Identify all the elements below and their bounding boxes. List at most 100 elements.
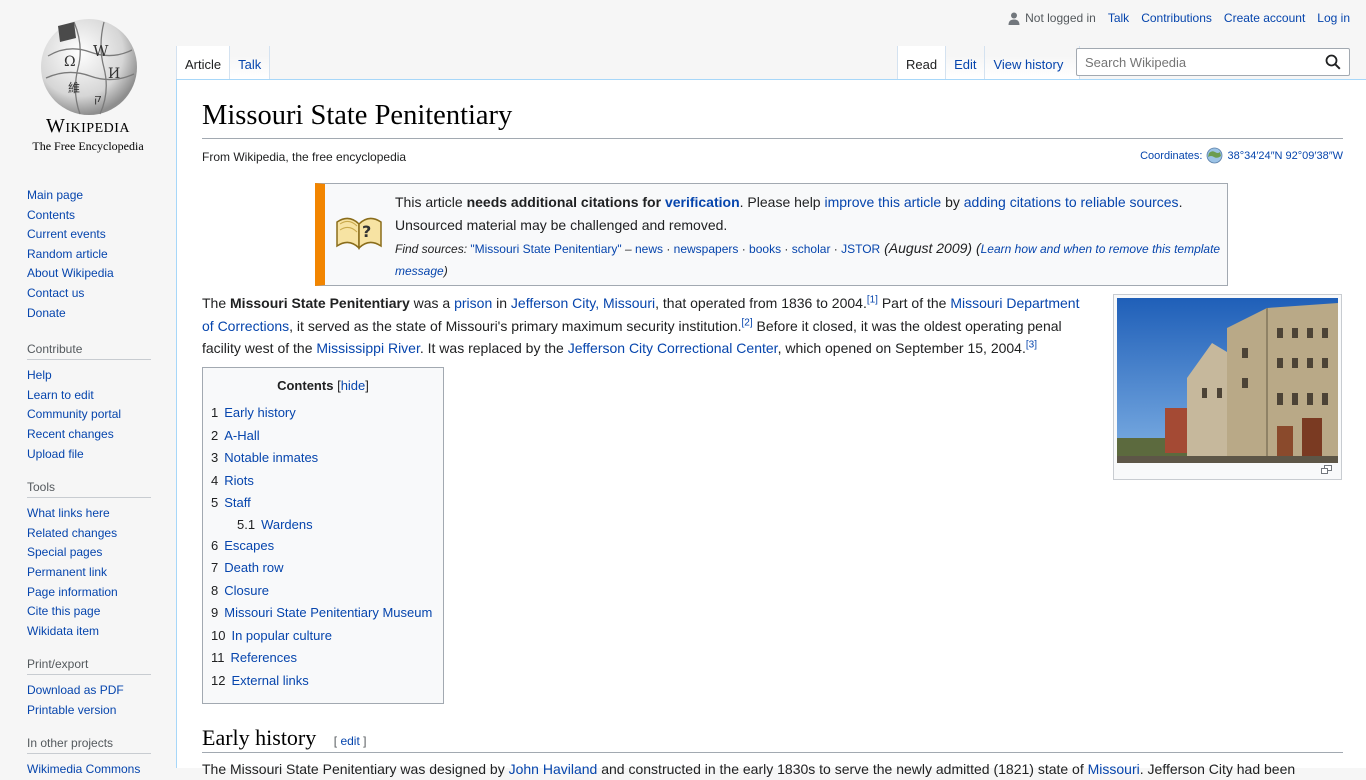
- tab-talk[interactable]: Talk: [230, 46, 271, 79]
- toc-hide-toggle[interactable]: [hide]: [337, 378, 369, 393]
- svg-text:Ω: Ω: [64, 54, 76, 70]
- svg-text:?: ?: [362, 222, 371, 241]
- sidebar-item-community-portal[interactable]: Community portal: [27, 407, 121, 421]
- sidebar-item-recent-changes[interactable]: Recent changes: [27, 427, 114, 441]
- log-in-link[interactable]: Log in: [1317, 11, 1350, 25]
- ref-3[interactable]: [3]: [1026, 339, 1037, 350]
- jccc-link[interactable]: Jefferson City Correctional Center: [568, 340, 778, 356]
- tab-edit[interactable]: Edit: [946, 46, 986, 79]
- search-box: [1076, 48, 1350, 76]
- coordinates: Coordinates: 38°34′24″N 92°09′38″W: [1140, 147, 1343, 164]
- personal-tools: Not logged in Talk Contributions Create …: [1008, 11, 1350, 25]
- sidebar-item-help[interactable]: Help: [27, 368, 52, 382]
- site-subtitle: From Wikipedia, the free encyclopedia: [202, 150, 407, 164]
- verification-link[interactable]: verification: [665, 194, 740, 210]
- sidebar-item-page-information[interactable]: Page information: [27, 585, 118, 599]
- toc-item[interactable]: 5.1 Wardens: [211, 515, 443, 535]
- source-jstor-link[interactable]: JSTOR: [841, 242, 880, 256]
- sidebar-item-main-page[interactable]: Main page: [27, 188, 83, 202]
- source-query-link[interactable]: "Missouri State Penitentiary": [470, 242, 621, 256]
- toc-item[interactable]: 7 Death row: [211, 557, 443, 580]
- section-divider: [202, 752, 1343, 753]
- sidebar-item-permanent-link[interactable]: Permanent link: [27, 565, 107, 579]
- source-newspapers-link[interactable]: newspapers: [674, 242, 739, 256]
- sidebar-item-special-pages[interactable]: Special pages: [27, 545, 102, 559]
- intro-paragraph: The Missouri State Penitentiary was a pr…: [202, 294, 1080, 356]
- adding-citations-link[interactable]: adding citations to reliable sources: [964, 194, 1179, 210]
- jefferson-city-link[interactable]: Jefferson City, Missouri: [511, 295, 655, 311]
- section-edit-link[interactable]: [ edit ]: [334, 734, 367, 748]
- toc-item[interactable]: 12 External links: [211, 670, 443, 693]
- source-books-link[interactable]: books: [749, 242, 781, 256]
- create-account-link[interactable]: Create account: [1224, 11, 1305, 25]
- not-logged-in-text: Not logged in: [1025, 11, 1096, 25]
- user-icon: [1008, 12, 1020, 25]
- citation-notice-text: This article needs additional citations …: [395, 191, 1225, 282]
- toc-item[interactable]: 11 References: [211, 647, 443, 670]
- missouri-link[interactable]: Missouri: [1088, 761, 1140, 777]
- sidebar-navigation: Main page Contents Current events Random…: [27, 186, 151, 323]
- article-content: Missouri State Penitentiary From Wikiped…: [176, 79, 1366, 777]
- sidebar-contribute: Contribute Help Learn to edit Community …: [27, 342, 151, 464]
- sidebar-item-upload-file[interactable]: Upload file: [27, 447, 84, 461]
- toc-item[interactable]: 6 Escapes: [211, 535, 443, 558]
- penitentiary-photo[interactable]: [1117, 298, 1338, 463]
- toc-item[interactable]: 4 Riots: [211, 470, 443, 493]
- toc-item[interactable]: 10 In popular culture: [211, 625, 443, 648]
- page-title: Missouri State Penitentiary: [202, 100, 513, 131]
- contributions-link[interactable]: Contributions: [1141, 11, 1212, 25]
- prison-link[interactable]: prison: [454, 295, 492, 311]
- mississippi-river-link[interactable]: Mississippi River: [316, 340, 419, 356]
- sidebar-item-what-links-here[interactable]: What links here: [27, 506, 110, 520]
- tab-read[interactable]: Read: [897, 46, 947, 79]
- namespace-tabs: Article Talk: [176, 46, 271, 79]
- wikipedia-logo[interactable]: Ω W И 維 ק Wikipedia The Free Encyclopedi…: [0, 0, 176, 160]
- improve-article-link[interactable]: improve this article: [824, 194, 941, 210]
- john-haviland-link[interactable]: John Haviland: [509, 761, 598, 777]
- sidebar-item-cite-this-page[interactable]: Cite this page: [27, 604, 100, 618]
- sidebar-heading-contribute: Contribute: [27, 342, 151, 361]
- ref-2[interactable]: [2]: [742, 317, 753, 328]
- table-of-contents: Contents [hide] 1 Early history 2 A-Hall 3…: [202, 367, 444, 704]
- coordinates-label[interactable]: Coordinates:: [1140, 150, 1202, 162]
- sidebar-heading-print-export: Print/export: [27, 657, 151, 676]
- talk-link[interactable]: Talk: [1108, 11, 1129, 25]
- sidebar: Main page Contents Current events Random…: [0, 170, 176, 780]
- search-icon[interactable]: [1325, 54, 1341, 70]
- sidebar-item-random-article[interactable]: Random article: [27, 247, 108, 261]
- sidebar-item-related-changes[interactable]: Related changes: [27, 526, 117, 540]
- tab-view-history[interactable]: View history: [985, 46, 1081, 79]
- sidebar-item-wikidata-item[interactable]: Wikidata item: [27, 624, 99, 638]
- toc-item[interactable]: 1 Early history: [211, 402, 443, 425]
- toc-item[interactable]: 2 A-Hall: [211, 425, 443, 448]
- sidebar-item-contents[interactable]: Contents: [27, 208, 75, 222]
- sidebar-item-printable-version[interactable]: Printable version: [27, 703, 116, 717]
- sidebar-item-wikimedia-commons[interactable]: Wikimedia Commons: [27, 762, 140, 776]
- toc-item[interactable]: 3 Notable inmates: [211, 447, 443, 470]
- sidebar-item-donate[interactable]: Donate: [27, 306, 66, 320]
- source-news-link[interactable]: news: [635, 242, 663, 256]
- ref-1[interactable]: [1]: [867, 294, 878, 305]
- source-scholar-link[interactable]: scholar: [792, 242, 831, 256]
- search-input[interactable]: [1083, 54, 1317, 71]
- tab-article[interactable]: Article: [176, 46, 231, 79]
- early-history-paragraph: The Missouri State Penitentiary was desi…: [202, 761, 1296, 777]
- globe-icon[interactable]: [1206, 147, 1223, 164]
- question-book-icon: ?: [336, 217, 382, 250]
- title-divider: [202, 138, 1343, 139]
- toc-item[interactable]: 5 Staff: [211, 492, 443, 515]
- svg-text:ק: ק: [94, 92, 102, 105]
- sidebar-heading-other-projects: In other projects: [27, 736, 151, 755]
- sidebar-other-projects: In other projects Wikimedia Commons: [27, 736, 151, 780]
- sidebar-item-contact-us[interactable]: Contact us: [27, 286, 84, 300]
- coordinates-value[interactable]: 38°34′24″N 92°09′38″W: [1227, 150, 1343, 162]
- toc-item[interactable]: 9 Missouri State Penitentiary Museum: [211, 602, 443, 625]
- sidebar-item-download-pdf[interactable]: Download as PDF: [27, 683, 124, 697]
- magnify-clip-icon[interactable]: [1321, 465, 1332, 474]
- sidebar-item-current-events[interactable]: Current events: [27, 227, 106, 241]
- sidebar-print-export: Print/export Download as PDF Printable v…: [27, 657, 151, 720]
- toc-item[interactable]: 8 Closure: [211, 580, 443, 603]
- sidebar-item-about-wikipedia[interactable]: About Wikipedia: [27, 266, 114, 280]
- sidebar-item-learn-to-edit[interactable]: Learn to edit: [27, 388, 94, 402]
- lead-image: [1113, 294, 1342, 480]
